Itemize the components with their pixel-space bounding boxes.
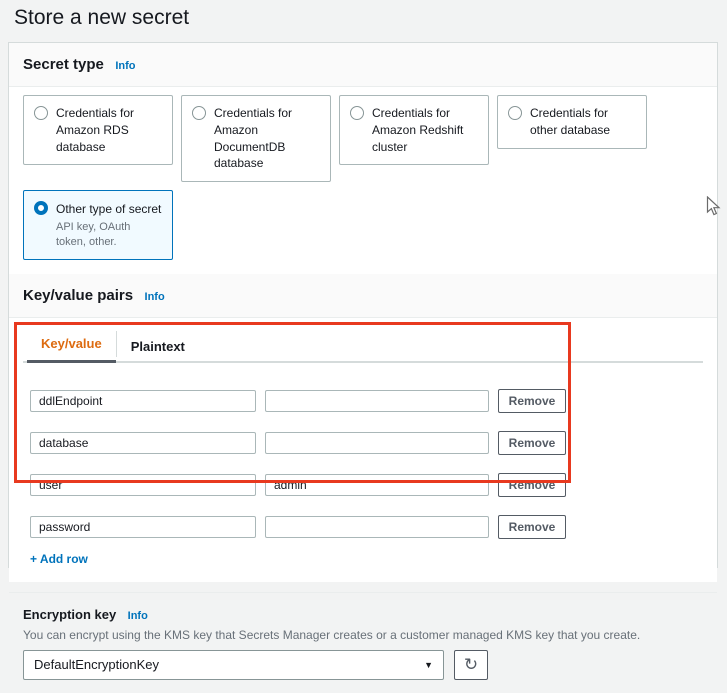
key-value-pairs-info-link[interactable]: Info bbox=[145, 291, 165, 303]
secret-type-header: Secret type Info bbox=[9, 43, 717, 87]
option-description: API key, OAuth token, other. bbox=[56, 220, 162, 250]
page-title: Store a new secret bbox=[14, 6, 189, 30]
key-value-pairs-heading: Key/value pairs bbox=[23, 287, 133, 304]
option-redshift-credentials[interactable]: Credentials for Amazon Redshift cluster bbox=[339, 95, 489, 165]
radio-unchecked-icon[interactable] bbox=[508, 106, 522, 120]
store-secret-panel: Secret type Info Credentials for Amazon … bbox=[8, 42, 718, 568]
secret-type-content: Credentials for Amazon RDS database Cred… bbox=[9, 87, 717, 274]
tab-plaintext[interactable]: Plaintext bbox=[117, 331, 199, 363]
add-row-link[interactable]: + Add row bbox=[30, 552, 88, 566]
key-value-rows: Remove Remove Remove Remove bbox=[30, 389, 703, 539]
option-documentdb-credentials[interactable]: Credentials for Amazon DocumentDB databa… bbox=[181, 95, 331, 182]
encryption-key-heading: Encryption key bbox=[23, 607, 116, 622]
encryption-key-section: Encryption key Info You can encrypt usin… bbox=[9, 593, 717, 693]
secret-type-heading: Secret type bbox=[23, 56, 104, 73]
chevron-down-icon: ▼ bbox=[424, 660, 433, 670]
encryption-key-selected-value: DefaultEncryptionKey bbox=[34, 657, 159, 672]
key-value-pairs-content: Key/value Plaintext Remove Remove Remove bbox=[9, 318, 717, 582]
radio-unchecked-icon[interactable] bbox=[192, 106, 206, 120]
key-value-row: Remove bbox=[30, 431, 703, 455]
option-label: Other type of secret bbox=[56, 202, 161, 216]
value-input-2[interactable] bbox=[265, 432, 489, 454]
key-input-1[interactable] bbox=[30, 390, 256, 412]
option-rds-credentials[interactable]: Credentials for Amazon RDS database bbox=[23, 95, 173, 165]
secret-format-tabs: Key/value Plaintext bbox=[23, 326, 703, 363]
encryption-key-description: You can encrypt using the KMS key that S… bbox=[23, 628, 703, 642]
value-input-4[interactable] bbox=[265, 516, 489, 538]
secret-type-options-row: Credentials for Amazon RDS database Cred… bbox=[23, 95, 703, 182]
radio-unchecked-icon[interactable] bbox=[350, 106, 364, 120]
value-input-3[interactable] bbox=[265, 474, 489, 496]
option-other-type-of-secret[interactable]: Other type of secret API key, OAuth toke… bbox=[23, 190, 173, 260]
encryption-key-select[interactable]: DefaultEncryptionKey ▼ bbox=[23, 650, 444, 680]
key-input-4[interactable] bbox=[30, 516, 256, 538]
secret-type-info-link[interactable]: Info bbox=[115, 60, 135, 72]
key-input-3[interactable] bbox=[30, 474, 256, 496]
key-value-row: Remove bbox=[30, 473, 703, 497]
refresh-keys-button[interactable]: ↻ bbox=[454, 650, 488, 680]
option-other-database-credentials[interactable]: Credentials for other database bbox=[497, 95, 647, 149]
tab-key-value[interactable]: Key/value bbox=[27, 328, 116, 363]
option-label: Credentials for Amazon Redshift cluster bbox=[372, 105, 478, 155]
option-label: Credentials for other database bbox=[530, 105, 636, 139]
option-label: Credentials for Amazon RDS database bbox=[56, 105, 162, 155]
remove-row-button-3[interactable]: Remove bbox=[498, 473, 566, 497]
key-value-pairs-header: Key/value pairs Info bbox=[9, 274, 717, 318]
key-input-2[interactable] bbox=[30, 432, 256, 454]
key-value-row: Remove bbox=[30, 389, 703, 413]
radio-checked-icon[interactable] bbox=[34, 201, 48, 215]
option-label: Credentials for Amazon DocumentDB databa… bbox=[214, 105, 320, 172]
encryption-key-info-link[interactable]: Info bbox=[128, 610, 148, 622]
encryption-key-controls: DefaultEncryptionKey ▼ ↻ bbox=[23, 650, 703, 680]
value-input-1[interactable] bbox=[265, 390, 489, 412]
remove-row-button-4[interactable]: Remove bbox=[498, 515, 566, 539]
remove-row-button-1[interactable]: Remove bbox=[498, 389, 566, 413]
refresh-icon: ↻ bbox=[464, 656, 478, 673]
remove-row-button-2[interactable]: Remove bbox=[498, 431, 566, 455]
radio-unchecked-icon[interactable] bbox=[34, 106, 48, 120]
key-value-row: Remove bbox=[30, 515, 703, 539]
